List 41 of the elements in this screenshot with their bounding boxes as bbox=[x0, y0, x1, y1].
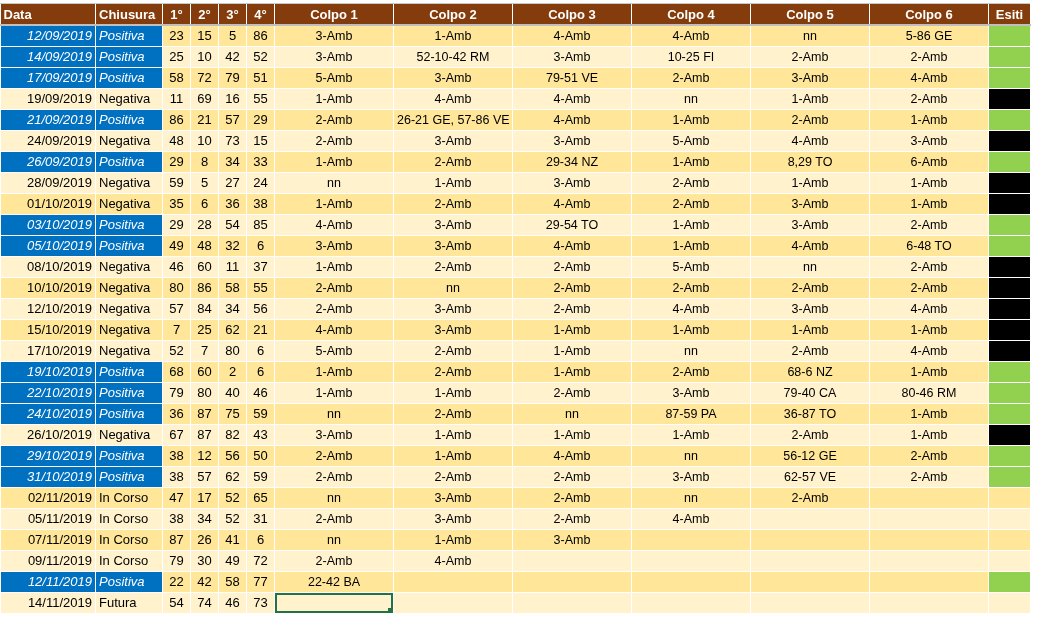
date-cell: 17/10/2019 bbox=[0, 340, 96, 361]
date-cell: 24/10/2019 bbox=[0, 403, 96, 424]
date-cell: 19/10/2019 bbox=[0, 361, 96, 382]
date-cell: 14/09/2019 bbox=[0, 46, 96, 67]
date-cell: 12/09/2019 bbox=[0, 25, 96, 46]
date-cell: 21/09/2019 bbox=[0, 109, 96, 130]
date-cell: 29/10/2019 bbox=[0, 445, 96, 466]
date-cell: 02/11/2019 bbox=[0, 487, 96, 508]
date-cell: 17/09/2019 bbox=[0, 67, 96, 88]
column-header: Colpo 2 bbox=[393, 4, 513, 25]
column-header: 3° bbox=[218, 4, 247, 25]
column-header: 4° bbox=[246, 4, 275, 25]
column-header: Colpo 1 bbox=[274, 4, 394, 25]
date-cell: 10/10/2019 bbox=[0, 277, 96, 298]
column-header: Colpo 5 bbox=[750, 4, 870, 25]
column-header: Colpo 4 bbox=[631, 4, 751, 25]
date-cell: 05/11/2019 bbox=[0, 508, 96, 529]
column-header: Data bbox=[0, 4, 96, 25]
column-header: Esiti bbox=[988, 4, 1031, 25]
date-cell: 05/10/2019 bbox=[0, 235, 96, 256]
date-cell: 14/11/2019 bbox=[0, 592, 96, 613]
column-header: Colpo 3 bbox=[512, 4, 632, 25]
date-cell: 12/10/2019 bbox=[0, 298, 96, 319]
date-cell: 26/09/2019 bbox=[0, 151, 96, 172]
column-header: 2° bbox=[190, 4, 219, 25]
date-cell: 08/10/2019 bbox=[0, 256, 96, 277]
date-cell: 03/10/2019 bbox=[0, 214, 96, 235]
date-cell: 24/09/2019 bbox=[0, 130, 96, 151]
date-cell: 12/11/2019 bbox=[0, 571, 96, 592]
column-header: Colpo 6 bbox=[869, 4, 989, 25]
date-cell: 31/10/2019 bbox=[0, 466, 96, 487]
date-cell: 19/09/2019 bbox=[0, 88, 96, 109]
date-cell: 26/10/2019 bbox=[0, 424, 96, 445]
date-cell: 28/09/2019 bbox=[0, 172, 96, 193]
date-cell: 15/10/2019 bbox=[0, 319, 96, 340]
date-cell: 01/10/2019 bbox=[0, 193, 96, 214]
date-cell: 09/11/2019 bbox=[0, 550, 96, 571]
column-header: 1° bbox=[162, 4, 191, 25]
date-cell: 07/11/2019 bbox=[0, 529, 96, 550]
column-header: Chiusura bbox=[95, 4, 163, 25]
date-cell: 22/10/2019 bbox=[0, 382, 96, 403]
